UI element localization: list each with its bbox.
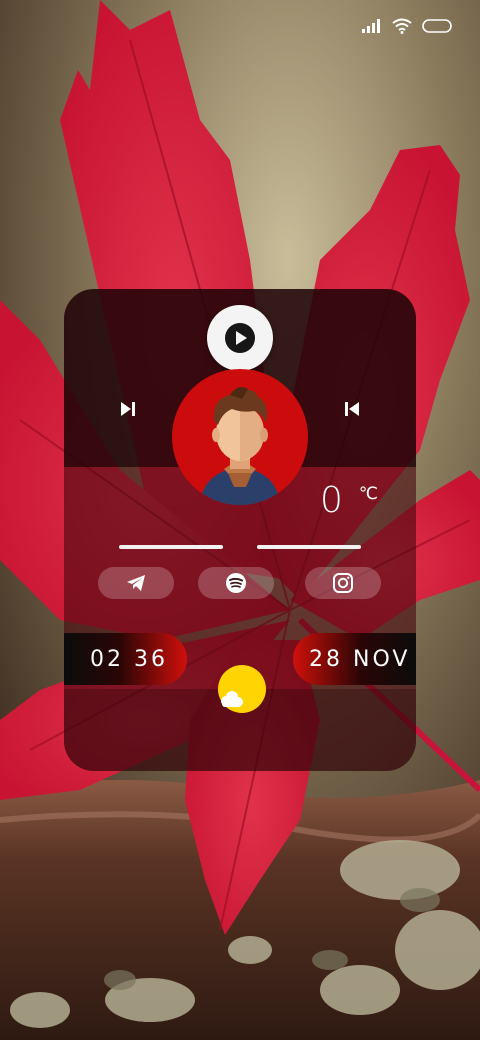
telegram-icon [127,575,145,591]
progress-bar-left [119,545,223,549]
user-avatar-icon [200,387,280,505]
play-button[interactable] [207,305,273,371]
music-weather-widget: 0 ℃ 02 36 28 NOV [64,289,416,771]
skip-next-button[interactable] [118,399,138,419]
telegram-button[interactable] [98,567,174,599]
wifi-icon [392,18,412,34]
time-display: 02 36 [64,633,187,685]
avatar[interactable] [172,369,308,505]
battery-icon [422,19,452,33]
date-display: 28 NOV [293,633,416,685]
temperature-unit: ℃ [358,484,378,504]
instagram-button[interactable] [305,567,381,599]
instagram-icon [333,573,353,593]
signal-icon [362,19,380,33]
skip-next-icon [121,402,131,416]
progress-bar-right [257,545,361,549]
sun-cloud-icon [218,665,266,713]
spotify-icon [226,573,246,593]
skip-previous-button[interactable] [342,399,362,419]
status-bar [362,14,452,38]
play-icon [225,323,255,353]
spotify-button[interactable] [198,567,274,599]
skip-previous-icon [349,402,359,416]
temperature-value: 0 [320,480,343,521]
temperature-display: 0 ℃ [320,479,378,523]
